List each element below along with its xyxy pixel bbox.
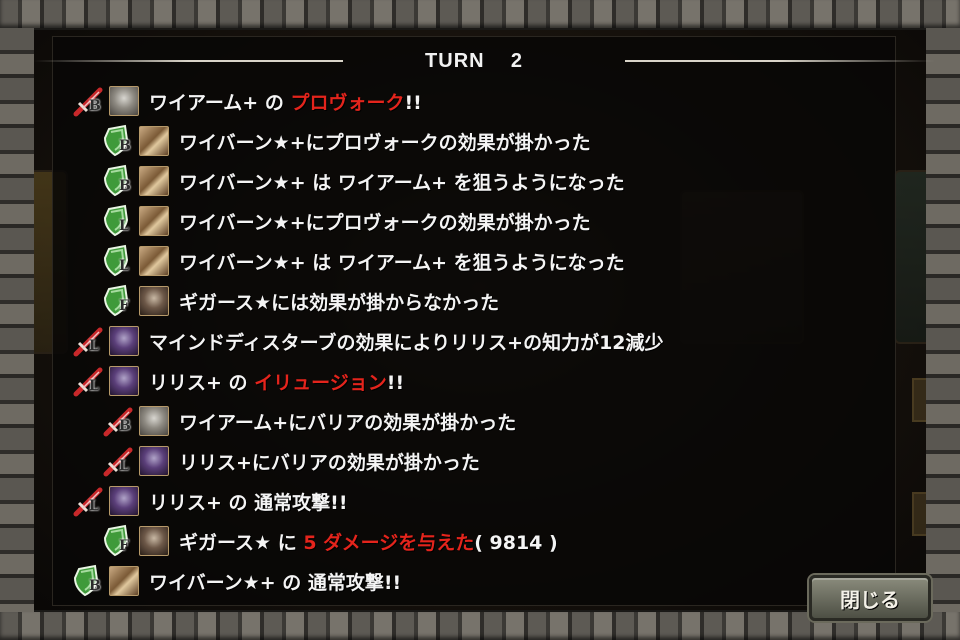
turn-header: TURN 2 bbox=[33, 45, 935, 77]
log-text-segment: リリス+ の bbox=[149, 371, 255, 394]
log-entry: B ワイアーム+ の プロヴォーク!! bbox=[73, 81, 873, 121]
log-entry-text: リリス+にバリアの効果が掛かった bbox=[179, 448, 480, 475]
log-text-segment: ワイアーム+ の bbox=[149, 91, 291, 114]
log-entry-text: ワイバーン★+にプロヴォークの効果が掛かった bbox=[179, 128, 591, 155]
sword-icon: B bbox=[103, 404, 137, 438]
log-text-segment: ギガース★には効果が掛からなかった bbox=[179, 291, 500, 314]
log-entry: L ワイバーン★+にプロヴォークの効果が掛かった bbox=[73, 201, 873, 241]
role-letter: L bbox=[119, 458, 129, 474]
wyvern-portrait bbox=[139, 246, 169, 276]
highlighted-text: プロヴォーク bbox=[290, 91, 405, 114]
stone-frame-right bbox=[926, 28, 960, 612]
log-entry-text: ギガース★には効果が掛からなかった bbox=[179, 288, 499, 315]
log-text-segment: マインドディスターブの効果によりリリス+の知力が12減少 bbox=[149, 331, 664, 354]
lilith-portrait bbox=[109, 366, 139, 396]
close-button[interactable]: 閉じる bbox=[809, 575, 931, 621]
log-entry: B ワイバーン★+にプロヴォークの効果が掛かった bbox=[73, 121, 873, 161]
role-letter: B bbox=[119, 138, 131, 154]
wyvern-portrait bbox=[109, 566, 139, 596]
log-text-segment: ワイバーン★+にプロヴォークの効果が掛かった bbox=[179, 211, 591, 234]
log-entry: B ワイバーン★+ は ワイアーム+ を狙うようになった bbox=[73, 161, 873, 201]
turn-number: 2 bbox=[510, 49, 523, 72]
wyarm-portrait bbox=[139, 406, 169, 436]
shield-icon: L bbox=[103, 204, 137, 238]
log-entry: B ワイアーム+にバリアの効果が掛かった bbox=[73, 401, 873, 441]
shield-icon: B bbox=[103, 124, 137, 158]
log-text-segment: ギガース★ に bbox=[179, 531, 304, 554]
shield-icon: B bbox=[73, 564, 107, 598]
role-letter: B bbox=[89, 98, 101, 114]
log-entry-text: ワイアーム+ の プロヴォーク!! bbox=[149, 88, 422, 115]
stone-frame-left bbox=[0, 28, 34, 612]
battle-log-dialog: TURN 2 B ワイアーム+ の プロヴォーク!! B ワイバーン★+にプロヴォーク… bbox=[33, 36, 935, 621]
role-letter: F bbox=[119, 538, 129, 554]
log-text-segment: !! bbox=[404, 91, 422, 114]
log-entry-text: ワイバーン★+にプロヴォークの効果が掛かった bbox=[179, 208, 591, 235]
log-entry: F ギガース★ に 5 ダメージを与えた( 9814 ) bbox=[73, 521, 873, 561]
highlighted-text: 5 ダメージを与えた bbox=[303, 531, 475, 554]
role-letter: B bbox=[119, 178, 131, 194]
shield-icon: F bbox=[103, 524, 137, 558]
log-entry: L ワイバーン★+ は ワイアーム+ を狙うようになった bbox=[73, 241, 873, 281]
log-entry: L マインドディスターブの効果によりリリス+の知力が12減少 bbox=[73, 321, 873, 361]
log-entry-text: ワイバーン★+ の 通常攻撃!! bbox=[149, 568, 401, 595]
log-entry-text: マインドディスターブの効果によりリリス+の知力が12減少 bbox=[149, 328, 664, 355]
wyvern-portrait bbox=[139, 126, 169, 156]
sword-icon: L bbox=[73, 364, 107, 398]
lilith-portrait bbox=[139, 446, 169, 476]
log-entry: L リリス+ の 通常攻撃!! bbox=[73, 481, 873, 521]
sword-icon: L bbox=[103, 444, 137, 478]
log-text-segment: リリス+ の 通常攻撃!! bbox=[149, 491, 348, 514]
log-text-segment: ワイバーン★+ は ワイアーム+ を狙うようになった bbox=[179, 251, 625, 274]
header-divider-left bbox=[33, 60, 343, 62]
log-entry-text: リリス+ の 通常攻撃!! bbox=[149, 488, 347, 515]
shield-icon: B bbox=[103, 164, 137, 198]
stone-frame-top bbox=[0, 0, 960, 30]
log-text-segment: ワイアーム+にバリアの効果が掛かった bbox=[179, 411, 517, 434]
role-letter: L bbox=[119, 218, 129, 234]
log-entry: B ワイバーン★+ の 通常攻撃!! bbox=[73, 561, 873, 601]
log-text-segment: ( 9814 ) bbox=[474, 531, 558, 554]
log-entry-text: リリス+ の イリュージョン!! bbox=[149, 368, 404, 395]
log-entry: F ギガース★には効果が掛からなかった bbox=[73, 281, 873, 321]
log-text-segment: リリス+にバリアの効果が掛かった bbox=[179, 451, 480, 474]
role-letter: L bbox=[89, 498, 99, 514]
sword-icon: B bbox=[73, 84, 107, 118]
log-text-segment: ワイバーン★+ の 通常攻撃!! bbox=[149, 571, 402, 594]
header-divider-right bbox=[625, 60, 935, 62]
log-entry-text: ワイバーン★+ は ワイアーム+ を狙うようになった bbox=[179, 248, 625, 275]
wyvern-portrait bbox=[139, 206, 169, 236]
log-entry-text: ギガース★ に 5 ダメージを与えた( 9814 ) bbox=[179, 528, 558, 555]
shield-icon: L bbox=[103, 244, 137, 278]
log-entry-text: ワイバーン★+ は ワイアーム+ を狙うようになった bbox=[179, 168, 625, 195]
log-entry: L リリス+ の イリュージョン!! bbox=[73, 361, 873, 401]
role-letter: L bbox=[89, 378, 99, 394]
log-entry: L リリス+にバリアの効果が掛かった bbox=[73, 441, 873, 481]
gigas-portrait bbox=[139, 526, 169, 556]
sword-icon: L bbox=[73, 324, 107, 358]
turn-label: TURN bbox=[425, 49, 485, 72]
sword-icon: L bbox=[73, 484, 107, 518]
highlighted-text: イリュージョン bbox=[254, 371, 387, 394]
role-letter: F bbox=[119, 298, 129, 314]
battle-log-list[interactable]: B ワイアーム+ の プロヴォーク!! B ワイバーン★+にプロヴォークの効果が掛かっ… bbox=[73, 81, 873, 601]
turn-title: TURN 2 bbox=[425, 50, 523, 73]
lilith-portrait bbox=[109, 326, 139, 356]
role-letter: L bbox=[119, 258, 129, 274]
log-entry-text: ワイアーム+にバリアの効果が掛かった bbox=[179, 408, 516, 435]
role-letter: B bbox=[119, 418, 131, 434]
role-letter: B bbox=[89, 578, 101, 594]
gigas-portrait bbox=[139, 286, 169, 316]
wyarm-portrait bbox=[109, 86, 139, 116]
wyvern-portrait bbox=[139, 166, 169, 196]
shield-icon: F bbox=[103, 284, 137, 318]
lilith-portrait bbox=[109, 486, 139, 516]
log-text-segment: ワイバーン★+ は ワイアーム+ を狙うようになった bbox=[179, 171, 625, 194]
role-letter: L bbox=[89, 338, 99, 354]
log-text-segment: ワイバーン★+にプロヴォークの効果が掛かった bbox=[179, 131, 591, 154]
log-text-segment: !! bbox=[386, 371, 405, 394]
